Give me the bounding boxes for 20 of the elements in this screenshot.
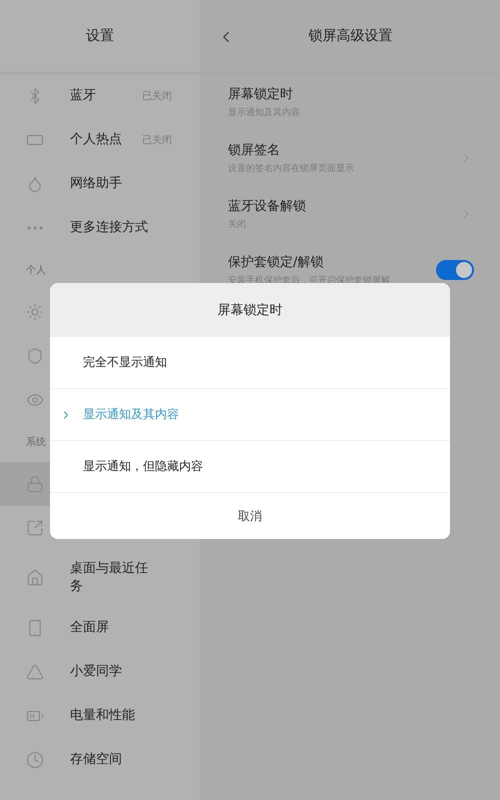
setting-title: 锁屏签名 xyxy=(228,142,281,159)
sidebar-title: 设置 xyxy=(86,27,114,45)
item-label: 网络助手 xyxy=(70,175,123,193)
item-status: 已关闭 xyxy=(142,90,172,103)
section-label: 个人 xyxy=(26,264,46,277)
dialog-title: 屏幕锁定时 xyxy=(218,302,282,319)
setting-title: 蓝牙设备解锁 xyxy=(228,198,307,215)
setting-title: 保护套锁定/解锁 xyxy=(228,254,324,271)
item-label: 全面屏 xyxy=(70,619,110,637)
item-label: 电量和性能 xyxy=(70,707,136,725)
page-title: 锁屏高级设置 xyxy=(308,27,392,45)
item-label: 更多连接方式 xyxy=(70,219,149,237)
item-label: 桌面与最近任务 xyxy=(70,560,149,596)
item-label: 小爱同学 xyxy=(70,663,123,681)
item-status: 已关闭 xyxy=(142,134,172,147)
section-label: 系统 xyxy=(26,436,46,449)
item-label: 个人热点 xyxy=(70,131,123,149)
setting-title: 屏幕锁定时 xyxy=(228,86,294,103)
item-label: 蓝牙 xyxy=(70,87,97,105)
item-label: 存储空间 xyxy=(70,751,123,769)
